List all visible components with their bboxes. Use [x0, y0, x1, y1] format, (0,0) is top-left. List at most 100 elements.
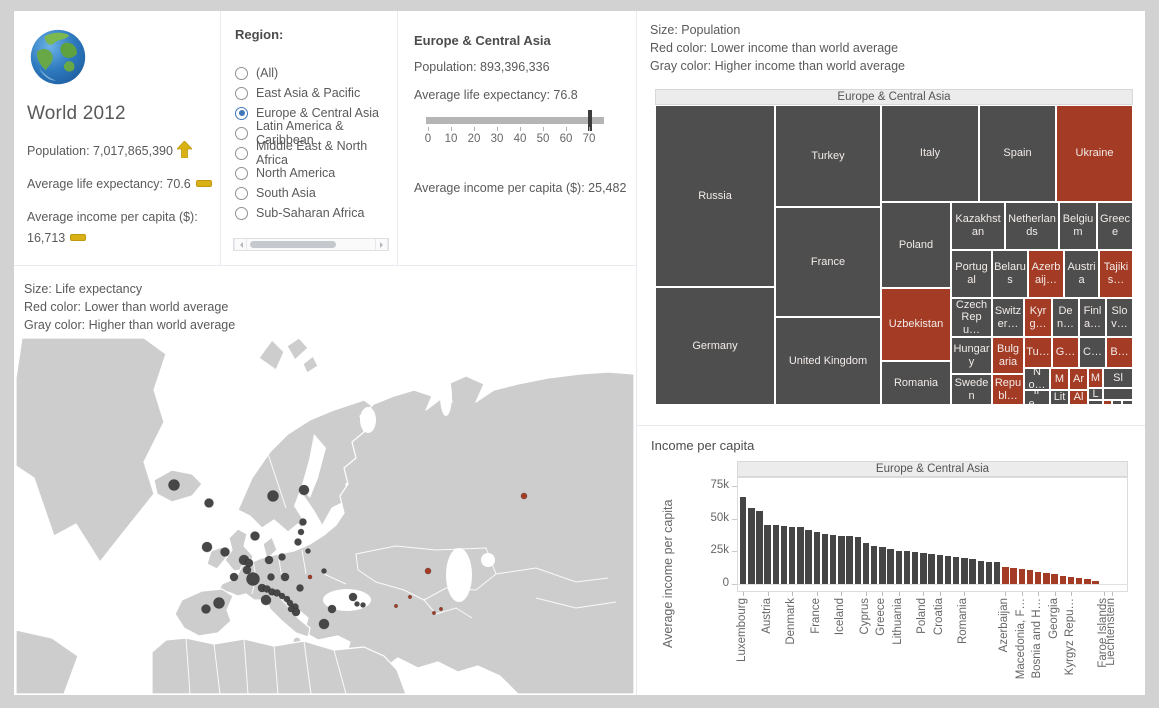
bar-country-42[interactable] — [1084, 579, 1091, 584]
treemap-cell-spain[interactable]: Spain — [979, 105, 1056, 202]
horizontal-scrollbar[interactable] — [233, 238, 389, 251]
bubble-below-average[interactable] — [425, 568, 431, 574]
radio-icon[interactable] — [235, 87, 248, 100]
bubble-above-average[interactable] — [281, 573, 289, 581]
bar-country-1[interactable] — [748, 508, 755, 584]
treemap-cell-belgium[interactable]: Belgium — [1059, 202, 1097, 250]
treemap-cell-ukraine[interactable]: Ukraine — [1056, 105, 1133, 202]
scrollbar-track[interactable] — [247, 239, 375, 250]
treemap-cell-b[interactable]: B… — [1106, 337, 1133, 368]
bar-poland[interactable] — [920, 553, 927, 584]
region-option-south-asia[interactable]: South Asia — [235, 183, 391, 203]
bar-france[interactable] — [814, 532, 821, 584]
treemap-cell-ire[interactable]: Ire… — [1024, 390, 1050, 405]
bubble-above-average[interactable] — [319, 619, 329, 629]
treemap-cell-slov[interactable]: Slov… — [1106, 298, 1133, 337]
treemap-cell-m[interactable]: M — [1088, 368, 1103, 388]
bar-macedonia-f[interactable] — [1019, 569, 1026, 584]
treemap-cell-republ[interactable]: Republ… — [992, 374, 1024, 405]
bar-country-13[interactable] — [846, 536, 853, 584]
bar-country-2[interactable] — [756, 511, 763, 584]
bar-country-29[interactable] — [978, 561, 985, 584]
radio-icon[interactable] — [235, 147, 248, 160]
treemap-cell[interactable] — [1103, 388, 1133, 400]
treemap-cell-france[interactable]: France — [775, 207, 881, 317]
scroll-left-button[interactable] — [234, 239, 247, 250]
bubble-above-average[interactable] — [279, 554, 286, 561]
bar-azerbaijan[interactable] — [1002, 567, 1009, 584]
bubble-above-average[interactable] — [298, 529, 304, 535]
bar-country-16[interactable] — [871, 546, 878, 584]
bar-kyrgyz-repu[interactable] — [1068, 577, 1075, 584]
bubble-above-average[interactable] — [261, 595, 271, 605]
bar-country-10[interactable] — [822, 534, 829, 584]
bar-denmark[interactable] — [789, 527, 796, 585]
bar-country-5[interactable] — [781, 526, 788, 584]
bar-country-25[interactable] — [945, 556, 952, 584]
bar-country-41[interactable] — [1076, 578, 1083, 584]
treemap-cell-finla[interactable]: Finla… — [1079, 298, 1106, 337]
treemap-cell-turkey[interactable]: Turkey — [775, 105, 881, 207]
bubble-above-average[interactable] — [306, 549, 311, 554]
treemap-cell-poland[interactable]: Poland — [881, 202, 951, 288]
bar-country-18[interactable] — [887, 549, 894, 584]
bar-country-33[interactable] — [1010, 568, 1017, 584]
region-option-all[interactable]: (All) — [235, 63, 391, 83]
treemap-cell-al[interactable]: Al — [1069, 390, 1088, 405]
treemap-cell-kazakhstan[interactable]: Kazakhstan — [951, 202, 1005, 250]
bar-croatia[interactable] — [937, 555, 944, 584]
bubble-below-average[interactable] — [394, 604, 397, 607]
treemap-cell-romania[interactable]: Romania — [881, 361, 951, 405]
treemap-cell-hungary[interactable]: Hungary — [951, 337, 992, 374]
radio-selected-icon[interactable] — [235, 107, 248, 120]
bubble-above-average[interactable] — [265, 556, 273, 564]
treemap-cell[interactable] — [1088, 400, 1103, 405]
treemap-cell-switzer[interactable]: Switzer… — [992, 298, 1024, 337]
treemap-cell-sl[interactable]: Sl — [1103, 368, 1133, 388]
bar-country-30[interactable] — [986, 562, 993, 584]
bar-romania[interactable] — [961, 558, 968, 584]
treemap-cell-m[interactable]: M — [1050, 368, 1069, 390]
bubble-above-average[interactable] — [221, 548, 230, 557]
treemap-cell-lit[interactable]: Lit — [1050, 390, 1069, 405]
bar-country-4[interactable] — [773, 525, 780, 584]
treemap-cell-russia[interactable]: Russia — [655, 105, 775, 287]
treemap-cell[interactable] — [1112, 400, 1122, 405]
treemap-cell-netherlands[interactable]: Netherlands — [1005, 202, 1059, 250]
bar-country-7[interactable] — [797, 527, 804, 584]
bubble-above-average[interactable] — [322, 569, 327, 574]
treemap-cell-no[interactable]: No… — [1024, 368, 1050, 390]
bubble-above-average[interactable] — [205, 499, 214, 508]
treemap-cell-den[interactable]: Den… — [1052, 298, 1079, 337]
bar-austria[interactable] — [764, 525, 771, 585]
treemap-cell-g[interactable]: G… — [1052, 337, 1079, 368]
bar-country-14[interactable] — [855, 537, 862, 584]
treemap-cell[interactable] — [1103, 400, 1112, 405]
bar-country-43[interactable] — [1092, 581, 1099, 584]
treemap-cell-ar[interactable]: Ar — [1069, 368, 1088, 390]
treemap-cell-uzbekistan[interactable]: Uzbekistan — [881, 288, 951, 361]
treemap-cell-azerbaij[interactable]: Azerbaij… — [1028, 250, 1064, 298]
treemap-cell-sweden[interactable]: Sweden — [951, 374, 992, 405]
bar-country-23[interactable] — [928, 554, 935, 584]
bar-country-21[interactable] — [912, 552, 919, 584]
bar-country-8[interactable] — [805, 530, 812, 584]
bubble-below-average[interactable] — [521, 493, 527, 499]
bar-cyprus[interactable] — [863, 543, 870, 584]
bar-country-20[interactable] — [904, 551, 911, 584]
bar-georgia[interactable] — [1051, 574, 1058, 584]
bubble-above-average[interactable] — [299, 485, 309, 495]
treemap-cell-c[interactable]: C… — [1079, 337, 1106, 368]
bar-luxembourg[interactable] — [740, 497, 747, 585]
bubble-above-average[interactable] — [202, 605, 211, 614]
treemap-cell-austria[interactable]: Austria — [1064, 250, 1099, 298]
treemap-cell-united-kingdom[interactable]: United Kingdom — [775, 317, 881, 405]
bubble-above-average[interactable] — [361, 603, 366, 608]
treemap-cell-kyrg[interactable]: Kyrg… — [1024, 298, 1052, 337]
bubble-above-average[interactable] — [247, 573, 260, 586]
bubble-above-average[interactable] — [355, 602, 360, 607]
treemap-cell-italy[interactable]: Italy — [881, 105, 979, 202]
bubble-above-average[interactable] — [297, 585, 304, 592]
bubble-above-average[interactable] — [243, 566, 251, 574]
bar-country-35[interactable] — [1027, 570, 1034, 584]
